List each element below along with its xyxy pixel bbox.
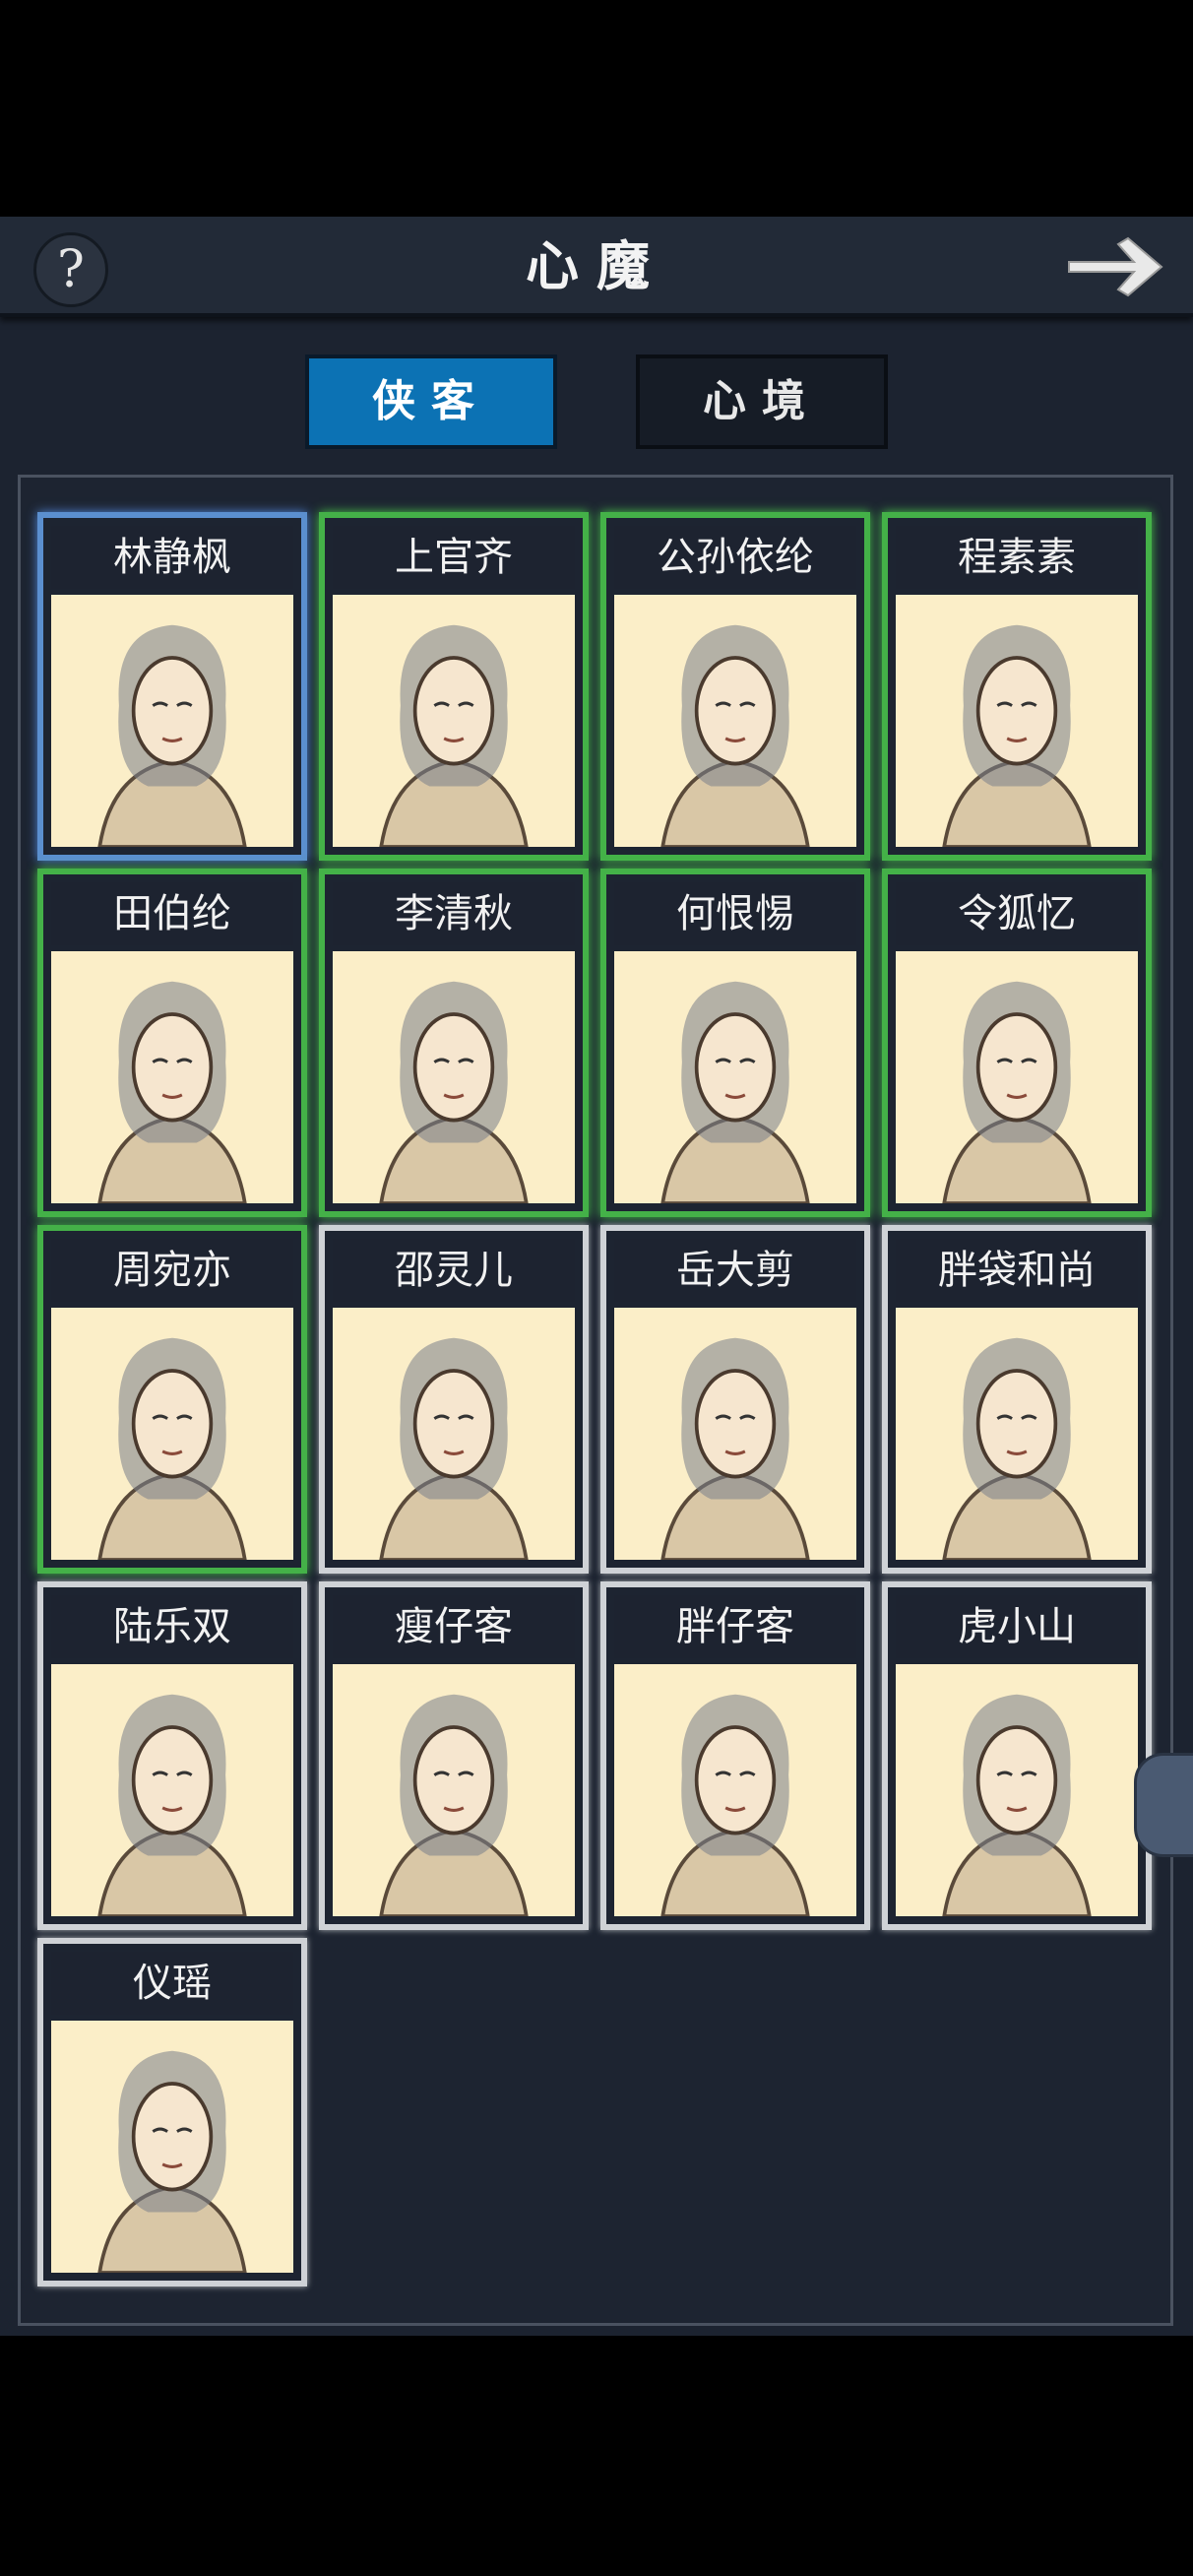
tab-xiake[interactable]: 侠客 (305, 354, 557, 449)
character-portrait (51, 1664, 293, 1916)
character-name: 岳大剪 (614, 1239, 856, 1302)
character-card[interactable]: 虎小山 (882, 1581, 1152, 1930)
arrow-right-icon (1068, 236, 1163, 297)
character-portrait (896, 1664, 1138, 1916)
character-card[interactable]: 程素素 (882, 512, 1152, 861)
character-portrait (51, 1308, 293, 1560)
character-card[interactable]: 岳大剪 (600, 1225, 870, 1574)
character-name: 何恨惕 (614, 882, 856, 945)
character-portrait (333, 951, 575, 1203)
character-portrait (51, 2021, 293, 2273)
side-pull-tab[interactable] (1134, 1753, 1193, 1857)
character-name: 胖仔客 (614, 1595, 856, 1658)
character-name: 田伯纶 (51, 882, 293, 945)
page-title: 心魔 (526, 234, 667, 297)
character-card[interactable]: 邵灵儿 (319, 1225, 589, 1574)
character-name: 林静枫 (51, 526, 293, 589)
character-name: 程素素 (896, 526, 1138, 589)
character-card[interactable]: 瘦仔客 (319, 1581, 589, 1930)
character-name: 公孙依纶 (614, 526, 856, 589)
character-card[interactable]: 上官齐 (319, 512, 589, 861)
character-portrait (333, 1308, 575, 1560)
character-name: 李清秋 (333, 882, 575, 945)
character-card[interactable]: 仪瑶 (37, 1938, 307, 2286)
character-card[interactable]: 公孙依纶 (600, 512, 870, 861)
character-portrait (614, 951, 856, 1203)
character-name: 虎小山 (896, 1595, 1138, 1658)
character-card[interactable]: 陆乐双 (37, 1581, 307, 1930)
character-portrait (896, 1308, 1138, 1560)
character-portrait (896, 951, 1138, 1203)
character-name: 周宛亦 (51, 1239, 293, 1302)
character-portrait (614, 595, 856, 847)
character-portrait (896, 595, 1138, 847)
character-name: 上官齐 (333, 526, 575, 589)
character-card[interactable]: 胖仔客 (600, 1581, 870, 1930)
character-portrait (333, 1664, 575, 1916)
character-name: 仪瑶 (51, 1952, 293, 2015)
character-name: 胖袋和尚 (896, 1239, 1138, 1302)
character-name: 邵灵儿 (333, 1239, 575, 1302)
character-card[interactable]: 李清秋 (319, 869, 589, 1217)
character-portrait (614, 1308, 856, 1560)
character-card[interactable]: 何恨惕 (600, 869, 870, 1217)
character-name: 瘦仔客 (333, 1595, 575, 1658)
character-portrait (51, 595, 293, 847)
character-name: 令狐忆 (896, 882, 1138, 945)
character-card[interactable]: 令狐忆 (882, 869, 1152, 1217)
character-card[interactable]: 林静枫 (37, 512, 307, 861)
tab-xinjing[interactable]: 心境 (636, 354, 888, 449)
character-card[interactable]: 胖袋和尚 (882, 1225, 1152, 1574)
character-portrait (614, 1664, 856, 1916)
character-portrait (333, 595, 575, 847)
character-card[interactable]: 田伯纶 (37, 869, 307, 1217)
character-portrait (51, 951, 293, 1203)
character-name: 陆乐双 (51, 1595, 293, 1658)
character-card[interactable]: 周宛亦 (37, 1225, 307, 1574)
back-button[interactable] (1063, 232, 1171, 301)
